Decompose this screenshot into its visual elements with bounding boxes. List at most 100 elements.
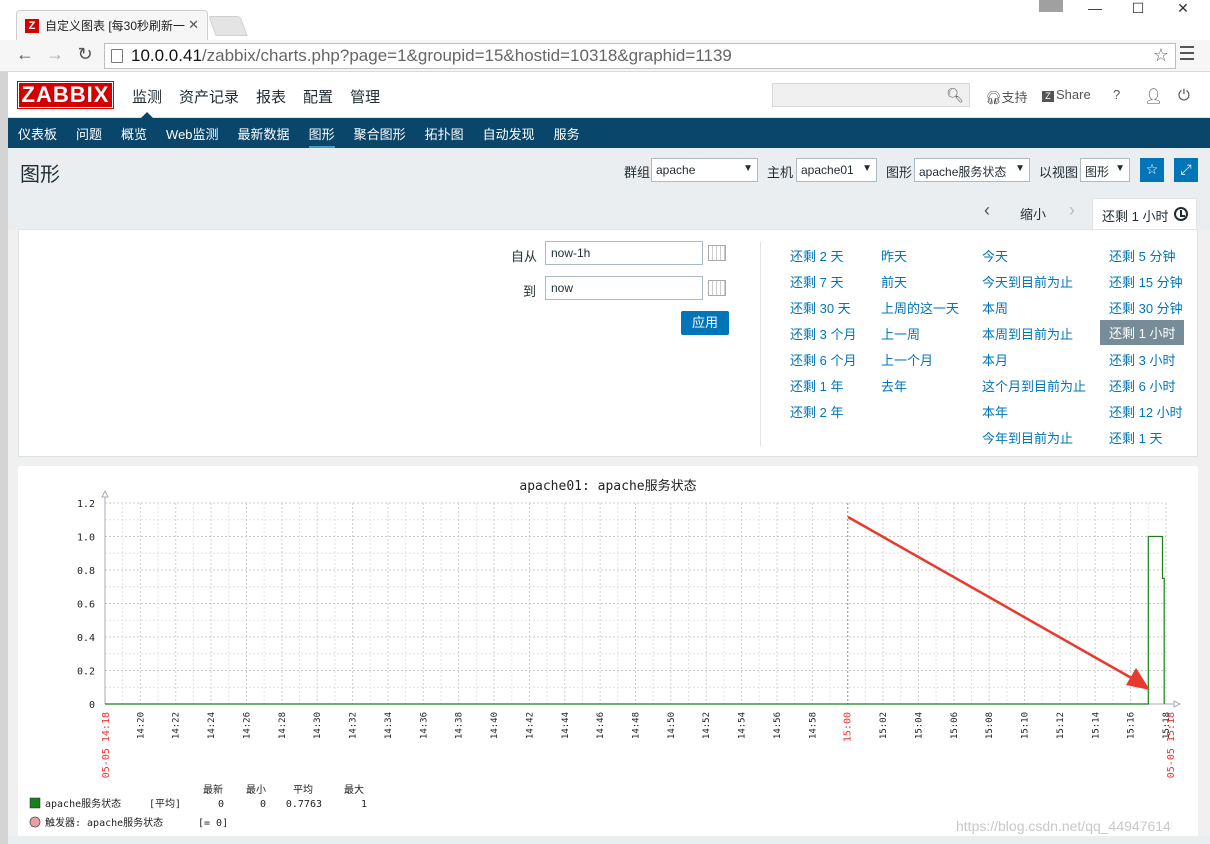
close-window-icon[interactable]: ✕ <box>1163 0 1203 16</box>
y-axis-arrow <box>101 489 109 498</box>
x-tick-label: 15:16 <box>1127 712 1137 739</box>
x-tick-label: 14:56 <box>773 712 783 739</box>
x-tick-label: 14:38 <box>455 712 465 739</box>
quick-range-link[interactable]: 本年 <box>982 402 1008 421</box>
submenu-web[interactable]: Web监测 <box>166 124 219 143</box>
submenu-services[interactable]: 服务 <box>554 124 580 143</box>
legend-header: 平均 <box>293 784 313 796</box>
quick-range-link[interactable]: 还剩 30 天 <box>790 298 851 317</box>
new-tab-button[interactable] <box>208 16 248 36</box>
quick-range-link[interactable]: 今天到目前为止 <box>982 272 1073 291</box>
quick-range-link[interactable]: 上周的这一天 <box>881 298 959 317</box>
graph-select[interactable]: apache服务状态 ▼ <box>914 158 1030 182</box>
submenu-discovery[interactable]: 自动发现 <box>483 124 535 143</box>
quick-range-link[interactable]: 还剩 30 分钟 <box>1109 298 1183 317</box>
user-profile-icon[interactable]: 👤︎ <box>1144 87 1163 105</box>
quick-range-link[interactable]: 还剩 7 天 <box>790 272 843 291</box>
menu-monitoring[interactable]: 监测 <box>132 86 162 118</box>
quick-range-link[interactable]: 还剩 1 天 <box>1109 428 1162 447</box>
quick-range-link[interactable]: 上一周 <box>881 324 920 343</box>
y-tick-label: 0 <box>89 700 95 711</box>
view-select[interactable]: 图形 ▼ <box>1080 158 1130 182</box>
time-filter-panel: 自从 now-1h 到 now 应用 还剩 2 天还剩 7 天还剩 30 天还剩… <box>18 229 1198 457</box>
quick-range-link[interactable]: 还剩 6 小时 <box>1109 376 1175 395</box>
profile-icon[interactable] <box>1039 0 1063 12</box>
quick-range-link[interactable]: 去年 <box>881 376 907 395</box>
group-select[interactable]: apache ▼ <box>651 158 758 182</box>
calendar-icon[interactable] <box>708 245 726 261</box>
submenu-problems[interactable]: 问题 <box>76 124 102 143</box>
browser-titlebar: Z 自定义图表 [每30秒刷新一 ✕ — ☐ ✕ <box>0 0 1210 40</box>
zoom-out-button[interactable]: 缩小 <box>1020 204 1046 223</box>
menu-inventory[interactable]: 资产记录 <box>179 86 239 107</box>
x-tick-label: 14:52 <box>702 712 712 739</box>
quick-range-link[interactable]: 还剩 1 小时 <box>1100 320 1185 345</box>
submenu-graphs[interactable]: 图形 <box>308 124 335 149</box>
calendar-icon[interactable] <box>708 280 726 296</box>
help-link[interactable]: ? <box>1113 87 1120 102</box>
forward-icon[interactable]: → <box>44 44 66 65</box>
bookmark-star-icon[interactable]: ☆ <box>1153 45 1169 66</box>
menu-configuration[interactable]: 配置 <box>303 86 333 107</box>
submenu-overview[interactable]: 概览 <box>121 124 147 143</box>
back-icon[interactable]: ← <box>14 44 36 65</box>
prev-period-icon[interactable]: ‹ <box>984 200 990 221</box>
quick-range-link[interactable]: 还剩 3 个月 <box>790 324 856 343</box>
favourite-star-icon[interactable]: ☆ <box>1140 158 1164 182</box>
tab-time-period[interactable]: 还剩 1 小时 <box>1092 198 1197 230</box>
submenu-maps[interactable]: 拓扑图 <box>425 124 464 143</box>
quick-range-link[interactable]: 今年到目前为止 <box>982 428 1073 447</box>
menu-administration[interactable]: 管理 <box>350 86 380 107</box>
quick-range-link[interactable]: 本月 <box>982 350 1008 369</box>
quick-range-link[interactable]: 还剩 2 天 <box>790 246 843 265</box>
maximize-icon[interactable]: ☐ <box>1118 0 1158 16</box>
quick-range-link[interactable]: 今天 <box>982 246 1008 265</box>
quick-range-link[interactable]: 昨天 <box>881 246 907 265</box>
submenu-screens[interactable]: 聚合图形 <box>354 124 406 143</box>
logout-icon[interactable]: ⏻ <box>1178 87 1190 104</box>
zabbix-header: ZABBIX 监测 资产记录 报表 配置 管理 🔍︎ 🎧︎支持 Z Share ?… <box>8 72 1210 118</box>
menu-reports[interactable]: 报表 <box>256 86 286 107</box>
quick-range-link[interactable]: 还剩 2 年 <box>790 402 843 421</box>
submenu-latest-data[interactable]: 最新数据 <box>238 124 290 143</box>
quick-range-link[interactable]: 本周到目前为止 <box>982 324 1073 343</box>
x-tick-label: 14:44 <box>561 712 571 739</box>
apply-button[interactable]: 应用 <box>681 311 729 335</box>
share-link[interactable]: Z Share <box>1042 87 1091 102</box>
x-tick-label: 14:50 <box>667 712 677 739</box>
url-input[interactable]: 10.0.0.41/zabbix/charts.php?page=1&group… <box>104 43 1176 69</box>
quick-range-link[interactable]: 还剩 1 年 <box>790 376 843 395</box>
graph-label: 图形 <box>886 165 913 180</box>
graph-panel: apache01: apache服务状态 0 0.2 0.4 0.6 0.8 1.0 1.2 1… <box>18 466 1198 836</box>
legend-header: 最大 <box>344 783 364 796</box>
next-period-icon[interactable]: › <box>1069 200 1075 221</box>
reload-icon[interactable]: ↻ <box>74 44 96 65</box>
x-tick-label: 14:36 <box>419 712 429 739</box>
to-input[interactable]: now <box>545 276 703 300</box>
view-label: 以视图 <box>1039 165 1079 180</box>
sub-menu: 仪表板 问题 概览 Web监测 最新数据 图形 聚合图形 拓扑图 自动发现 服务 <box>8 118 1210 149</box>
support-link[interactable]: 🎧︎支持 <box>985 87 1028 106</box>
submenu-dashboard[interactable]: 仪表板 <box>18 124 57 143</box>
search-input[interactable]: 🔍︎ <box>772 83 970 107</box>
quick-range-link[interactable]: 本周 <box>982 298 1008 317</box>
quick-range-link[interactable]: 还剩 15 分钟 <box>1109 272 1183 291</box>
quick-range-link[interactable]: 还剩 5 分钟 <box>1109 246 1175 265</box>
tab-close-icon[interactable]: ✕ <box>188 17 199 33</box>
host-select[interactable]: apache01 ▼ <box>796 158 877 182</box>
y-tick-label: 0.6 <box>77 600 95 611</box>
x-tick-label: 14:22 <box>172 712 182 739</box>
search-icon[interactable]: 🔍︎ <box>946 87 964 104</box>
browser-menu-icon[interactable] <box>1180 46 1194 64</box>
quick-range-link[interactable]: 还剩 3 小时 <box>1109 350 1175 369</box>
quick-range-link[interactable]: 上一个月 <box>881 350 933 369</box>
browser-tab[interactable]: Z 自定义图表 [每30秒刷新一 ✕ <box>16 10 208 40</box>
quick-range-link[interactable]: 还剩 12 小时 <box>1109 402 1183 421</box>
minimize-icon[interactable]: — <box>1075 0 1115 16</box>
from-input[interactable]: now-1h <box>545 241 703 265</box>
quick-range-link[interactable]: 前天 <box>881 272 907 291</box>
quick-range-link[interactable]: 还剩 6 个月 <box>790 350 856 369</box>
quick-range-link[interactable]: 这个月到目前为止 <box>982 376 1086 395</box>
zabbix-logo[interactable]: ZABBIX <box>17 81 114 109</box>
fullscreen-icon[interactable]: ⤢ <box>1174 158 1198 182</box>
